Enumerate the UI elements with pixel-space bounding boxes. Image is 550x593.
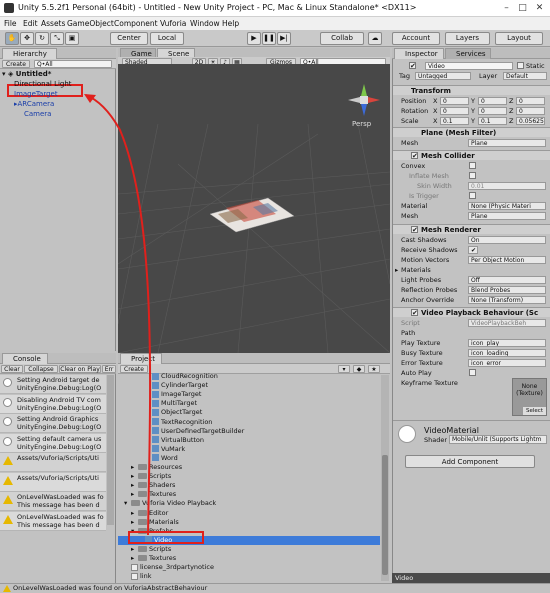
hierarchy-item[interactable]: Directional Light (14, 79, 114, 89)
hierarchy-item-label: ARCamera (17, 100, 55, 108)
hierarchy-item[interactable]: ▸ARCamera (14, 99, 114, 109)
status-message: OnLevelWasLoaded was found on VuforiaAbs… (13, 584, 208, 592)
hierarchy-item[interactable]: Camera (24, 109, 124, 119)
status-bar[interactable]: OnLevelWasLoaded was found on VuforiaAbs… (0, 583, 550, 593)
hierarchy-item-label: Camera (24, 110, 52, 118)
hierarchy-item-label: Directional Light (14, 80, 72, 88)
hierarchy-item-label: ImageTarget (14, 90, 58, 98)
warning-icon (3, 585, 11, 592)
hierarchy-item[interactable]: ImageTarget (14, 89, 114, 99)
